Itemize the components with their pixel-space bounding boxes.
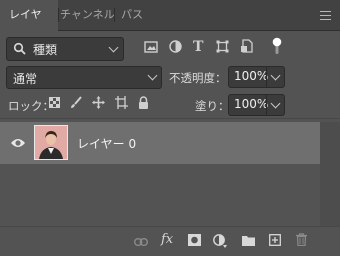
opacity-field[interactable]: 100% — [228, 66, 285, 88]
lock-position-icon[interactable] — [92, 96, 105, 112]
divider — [0, 118, 340, 119]
tab-divider — [58, 8, 59, 22]
blend-mode-select[interactable]: 通常 — [6, 66, 162, 89]
tab-layers[interactable]: レイヤー — [0, 0, 58, 51]
visibility-eye-icon[interactable] — [10, 137, 26, 149]
lock-label: ロック： — [8, 99, 54, 113]
new-layer-icon[interactable] — [269, 234, 281, 249]
layers-footer-toolbar: fx — [0, 226, 340, 256]
layer-name[interactable]: レイヤー 0 — [77, 135, 136, 152]
adjustment-layer-icon[interactable] — [213, 234, 228, 252]
tab-divider — [114, 8, 115, 22]
blend-mode-value: 通常 — [13, 72, 38, 86]
image-filter-icon[interactable] — [144, 41, 158, 56]
smart-object-filter-icon[interactable] — [240, 39, 253, 56]
lock-image-pixels-icon[interactable] — [70, 96, 82, 112]
layer-thumbnail[interactable] — [34, 125, 68, 160]
chevron-down-icon — [147, 70, 158, 81]
delete-layer-icon[interactable] — [296, 233, 307, 249]
opacity-label: 不透明度： — [169, 71, 227, 85]
panel-tab-bar: レイヤー チャンネル パス — [0, 0, 340, 51]
layer-style-icon[interactable]: fx — [161, 232, 173, 247]
fill-label: 塗り： — [195, 99, 230, 113]
shape-filter-icon[interactable] — [216, 40, 229, 56]
tab-channels[interactable]: チャンネル — [60, 0, 115, 30]
opacity-dropdown[interactable] — [266, 67, 284, 87]
fill-value: 100% — [234, 97, 269, 111]
link-layers-icon[interactable] — [133, 236, 149, 249]
add-mask-icon[interactable] — [188, 234, 201, 249]
lock-all-icon[interactable] — [138, 96, 149, 112]
scrollbar[interactable] — [320, 122, 340, 226]
panel-menu-icon[interactable] — [320, 11, 331, 20]
layer-row[interactable]: レイヤー 0 — [0, 122, 320, 164]
fill-field[interactable]: 100% — [228, 94, 285, 116]
adjustment-filter-icon[interactable] — [169, 40, 182, 56]
opacity-value: 100% — [234, 69, 269, 83]
fill-dropdown[interactable] — [266, 95, 284, 115]
lock-transparent-pixels-icon[interactable] — [49, 97, 60, 111]
lock-artboard-icon[interactable] — [115, 96, 128, 112]
new-group-icon[interactable] — [242, 235, 255, 249]
search-icon — [13, 42, 26, 55]
type-filter-icon[interactable]: T — [193, 39, 203, 55]
tab-paths[interactable]: パス — [121, 0, 143, 30]
filter-toggle-icon[interactable] — [272, 37, 282, 58]
chevron-down-icon — [108, 42, 119, 53]
filter-type-label: 種類 — [33, 43, 58, 57]
layer-filter-select[interactable]: 種類 — [6, 37, 124, 61]
